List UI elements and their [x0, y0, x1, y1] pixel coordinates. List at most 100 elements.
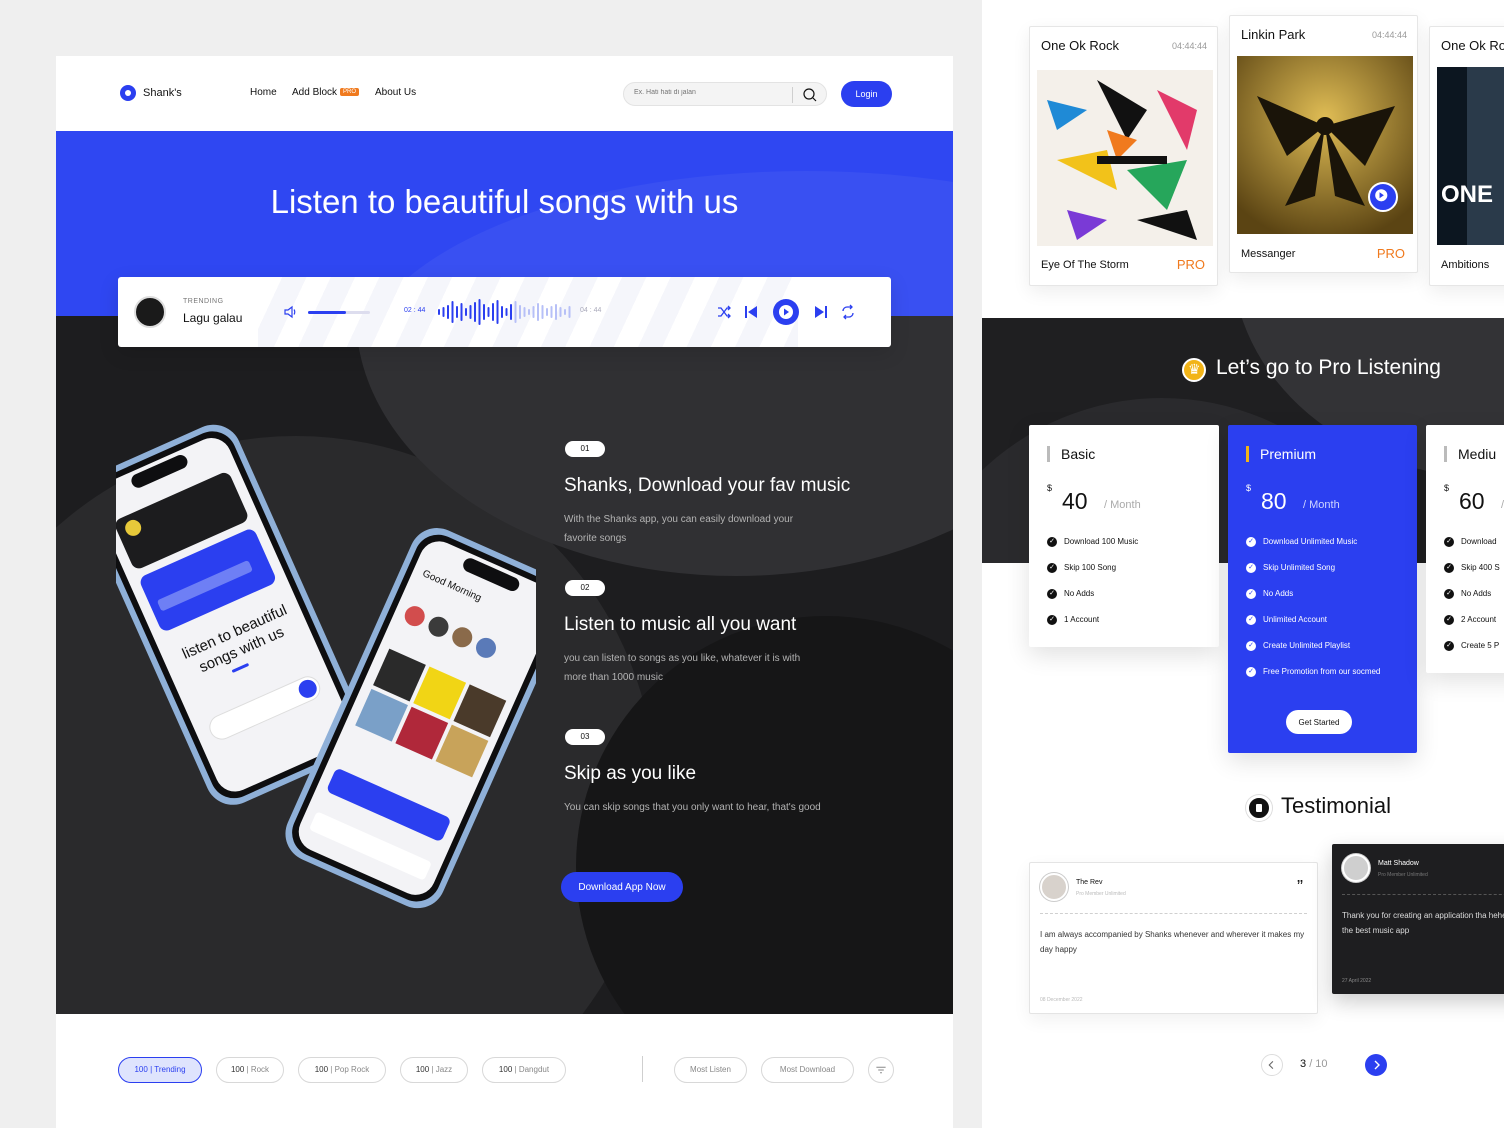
waveform-bar [483, 304, 485, 320]
chevron-right-icon [1374, 1060, 1380, 1070]
play-button[interactable] [1368, 182, 1398, 212]
album-artist: One Ok Rock [1041, 38, 1120, 53]
previous-icon[interactable] [742, 303, 760, 321]
phones-illustration: listen to beautiful songs with us Good M… [116, 424, 536, 909]
album-cover: ONE [1437, 67, 1504, 245]
avatar [1342, 854, 1370, 882]
song-title: Lagu galau [183, 311, 243, 325]
prev-page-button[interactable] [1261, 1054, 1283, 1076]
check-icon: ✓ [1444, 615, 1454, 625]
filter-chip-rock[interactable]: 100 | Rock [216, 1057, 284, 1083]
plan-feature: ✓ 2 Account [1444, 615, 1496, 625]
search-icon[interactable] [802, 87, 818, 103]
check-icon: ✓ [1246, 589, 1256, 599]
waveform-bar [492, 303, 494, 321]
shuffle-icon[interactable] [715, 303, 733, 321]
waveform-bar [456, 306, 458, 318]
waveform-bar [519, 305, 521, 319]
waveform-bar [496, 300, 499, 324]
filter-chip-dangdut[interactable]: 100 | Dangdut [482, 1057, 566, 1083]
filter-chip-jazz[interactable]: 100 | Jazz [400, 1057, 468, 1083]
album-card[interactable]: One Ok Ro ONE Ambitions [1429, 26, 1504, 286]
waveform-bar [460, 303, 463, 321]
plan-card-medium[interactable]: Mediu $ 60 / ✓ Download ✓ Skip 400 S ✓ No A… [1426, 425, 1504, 673]
filter-button[interactable] [868, 1057, 894, 1083]
crown-icon [1182, 358, 1206, 382]
waveform-bar [559, 307, 562, 317]
plan-feature: ✓ Download Unlimited Music [1246, 537, 1357, 547]
volume-slider[interactable] [308, 311, 370, 314]
chip-label: | Trending [147, 1065, 186, 1074]
album-time: 04:44:44 [1371, 30, 1407, 40]
logo-text[interactable]: Shank's [143, 87, 182, 99]
filter-chip-trending[interactable]: 100 | Trending [118, 1057, 202, 1083]
waveform[interactable] [436, 297, 576, 327]
repeat-icon[interactable] [839, 303, 857, 321]
nav-home[interactable]: Home [250, 87, 277, 98]
search-input[interactable] [634, 89, 784, 96]
plan-card-premium[interactable]: Premium $ 80 / Month ✓ Download Unlimited… [1228, 425, 1417, 753]
sort-most-download[interactable]: Most Download [761, 1057, 854, 1083]
testimonial-card: Matt Shadow Pro Member Unlimited Thank y… [1332, 844, 1504, 994]
filter-icon [876, 1066, 886, 1074]
sort-most-listen[interactable]: Most Listen [674, 1057, 747, 1083]
chip-label: | Pop Rock [328, 1065, 370, 1074]
total-time: 04 : 44 [580, 307, 602, 314]
plan-feature: ✓ No Adds [1246, 589, 1293, 599]
plan-feature: ✓ Create 5 P [1444, 641, 1499, 651]
check-icon: ✓ [1444, 563, 1454, 573]
trending-label: TRENDING [183, 298, 224, 305]
play-button[interactable] [773, 299, 799, 325]
get-started-button[interactable]: Get Started [1286, 710, 1352, 734]
avatar [1040, 873, 1068, 901]
check-icon: ✓ [1047, 563, 1057, 573]
quote-icon: ” [1297, 877, 1303, 897]
chip-count: 100 [230, 1065, 245, 1074]
check-icon: ✓ [1246, 537, 1256, 547]
feature-number-1: 01 [565, 441, 605, 457]
reviewer-name: Matt Shadow [1378, 860, 1419, 867]
feature-number-3: 03 [565, 729, 605, 745]
waveform-bar [564, 309, 566, 315]
plan-feature: ✓ Skip 400 S [1444, 563, 1500, 573]
nav-add-block-label: Add Block [292, 87, 338, 98]
plan-price: 60 [1459, 488, 1485, 514]
next-icon[interactable] [812, 303, 830, 321]
waveform-bar [537, 303, 539, 321]
plan-feature: ✓ No Adds [1047, 589, 1094, 599]
svg-text:ONE: ONE [1441, 181, 1493, 208]
download-app-button[interactable]: Download App Now [561, 872, 683, 902]
waveform-bar [451, 301, 454, 323]
album-card[interactable]: Linkin Park 04:44:44 Messanger PRO [1229, 15, 1418, 273]
album-time: 04:44:44 [1171, 41, 1207, 51]
reviewer-role: Pro Member Unlimited [1378, 872, 1428, 878]
waveform-bar [550, 306, 553, 318]
elapsed-time: 02 : 44 [404, 307, 426, 314]
filter-chip-pop-rock[interactable]: 100 | Pop Rock [298, 1057, 386, 1083]
plan-price: 40 [1062, 488, 1088, 514]
album-card[interactable]: One Ok Rock 04:44:44 Eye Of The Storm PR… [1029, 26, 1218, 286]
plan-period: / Month [1303, 499, 1340, 511]
check-icon: ✓ [1047, 589, 1057, 599]
nav-add-block[interactable]: Add Block PRO [292, 87, 360, 98]
waveform-bar [501, 306, 503, 318]
album-song: Eye Of The Storm [1041, 259, 1129, 271]
plan-feature: ✓ Free Promotion from our socmed [1246, 667, 1380, 677]
plan-feature: ✓ Skip Unlimited Song [1246, 563, 1335, 573]
chip-label: | Jazz [429, 1065, 453, 1074]
next-page-button[interactable] [1365, 1054, 1387, 1076]
check-icon: ✓ [1444, 537, 1454, 547]
plan-currency: $ [1444, 483, 1450, 493]
album-song: Messanger [1241, 248, 1296, 260]
plan-card-basic[interactable]: Basic $ 40 / Month ✓ Download 100 Music ✓… [1029, 425, 1219, 647]
plan-name: Mediu [1458, 446, 1497, 462]
check-icon: ✓ [1047, 615, 1057, 625]
volume-fill [308, 311, 347, 314]
music-player: TRENDING Lagu galau 02 : 44 04 : 44 [118, 277, 891, 347]
chip-label: | Rock [244, 1065, 270, 1074]
plan-name: Premium [1260, 446, 1317, 462]
nav-about-us[interactable]: About Us [375, 87, 416, 98]
page-indicator: 3 / 10 [1300, 1058, 1328, 1070]
volume-icon[interactable] [283, 304, 299, 320]
login-button[interactable]: Login [841, 81, 892, 107]
